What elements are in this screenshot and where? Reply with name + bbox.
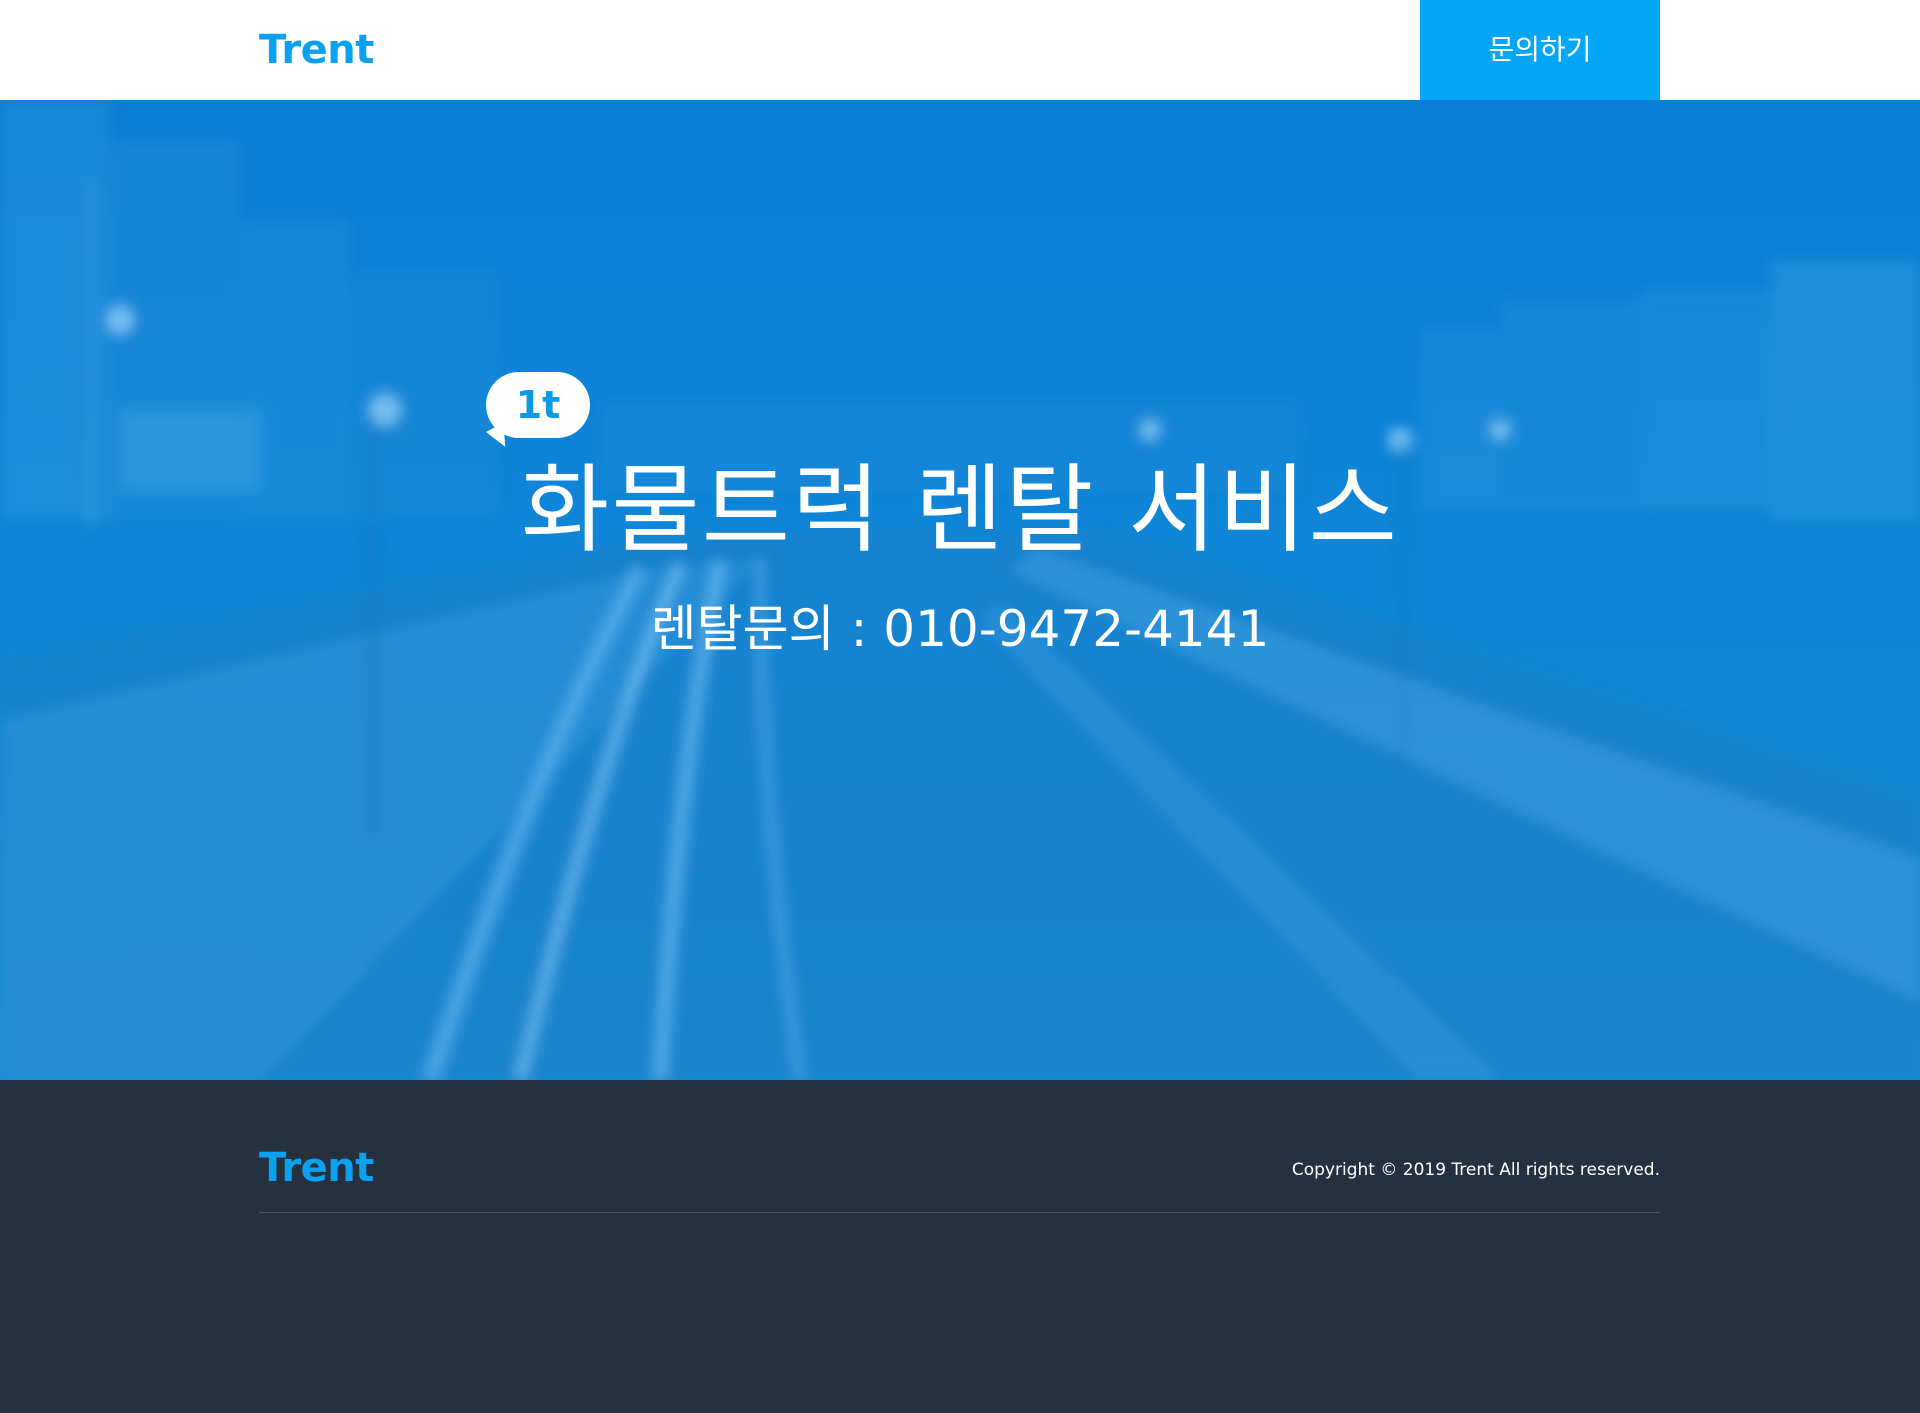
capacity-badge: 1t (486, 372, 590, 438)
site-header: Trent 문의하기 (0, 0, 1920, 100)
site-footer: Trent Copyright © 2019 Trent All rights … (0, 1080, 1920, 1413)
rental-contact-text: 렌탈문의 : 010-9472-4141 (650, 600, 1270, 658)
header-logo[interactable]: Trent (259, 24, 374, 76)
copyright-text: Copyright © 2019 Trent All rights reserv… (1291, 1160, 1660, 1180)
hero-title: 화물트럭 렌탈 서비스 (521, 454, 1399, 566)
footer-logo[interactable]: Trent (259, 1142, 374, 1194)
footer-divider (259, 1212, 1660, 1213)
hero-background-image (0, 100, 1920, 1080)
hero-section: 1t 화물트럭 렌탈 서비스 렌탈문의 : 010-9472-4141 (0, 100, 1920, 1080)
contact-button[interactable]: 문의하기 (1420, 0, 1660, 100)
